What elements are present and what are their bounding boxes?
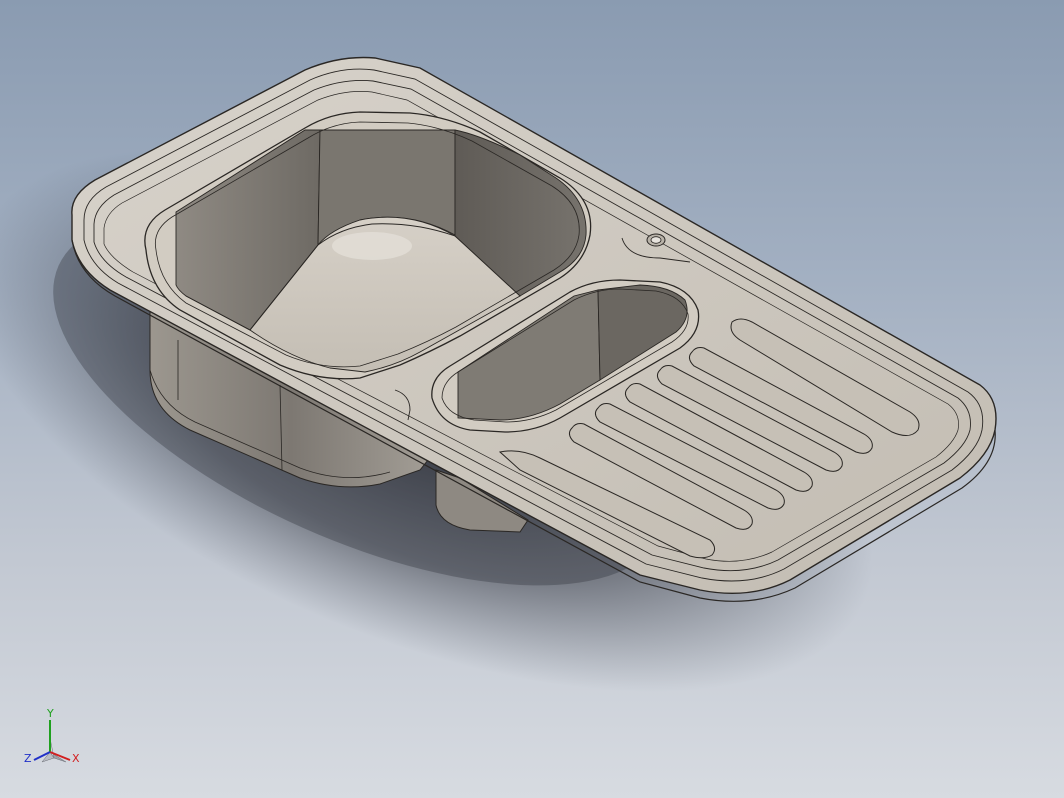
axis-triad: Y X Z xyxy=(24,707,80,765)
sink-model[interactable] xyxy=(0,0,1064,798)
x-axis-label: X xyxy=(72,752,80,765)
graphics-viewport[interactable]: Y X Z xyxy=(0,0,1064,798)
z-axis-label: Z xyxy=(24,752,32,765)
y-axis-label: Y xyxy=(46,707,54,720)
triad-center-icon xyxy=(41,737,67,763)
